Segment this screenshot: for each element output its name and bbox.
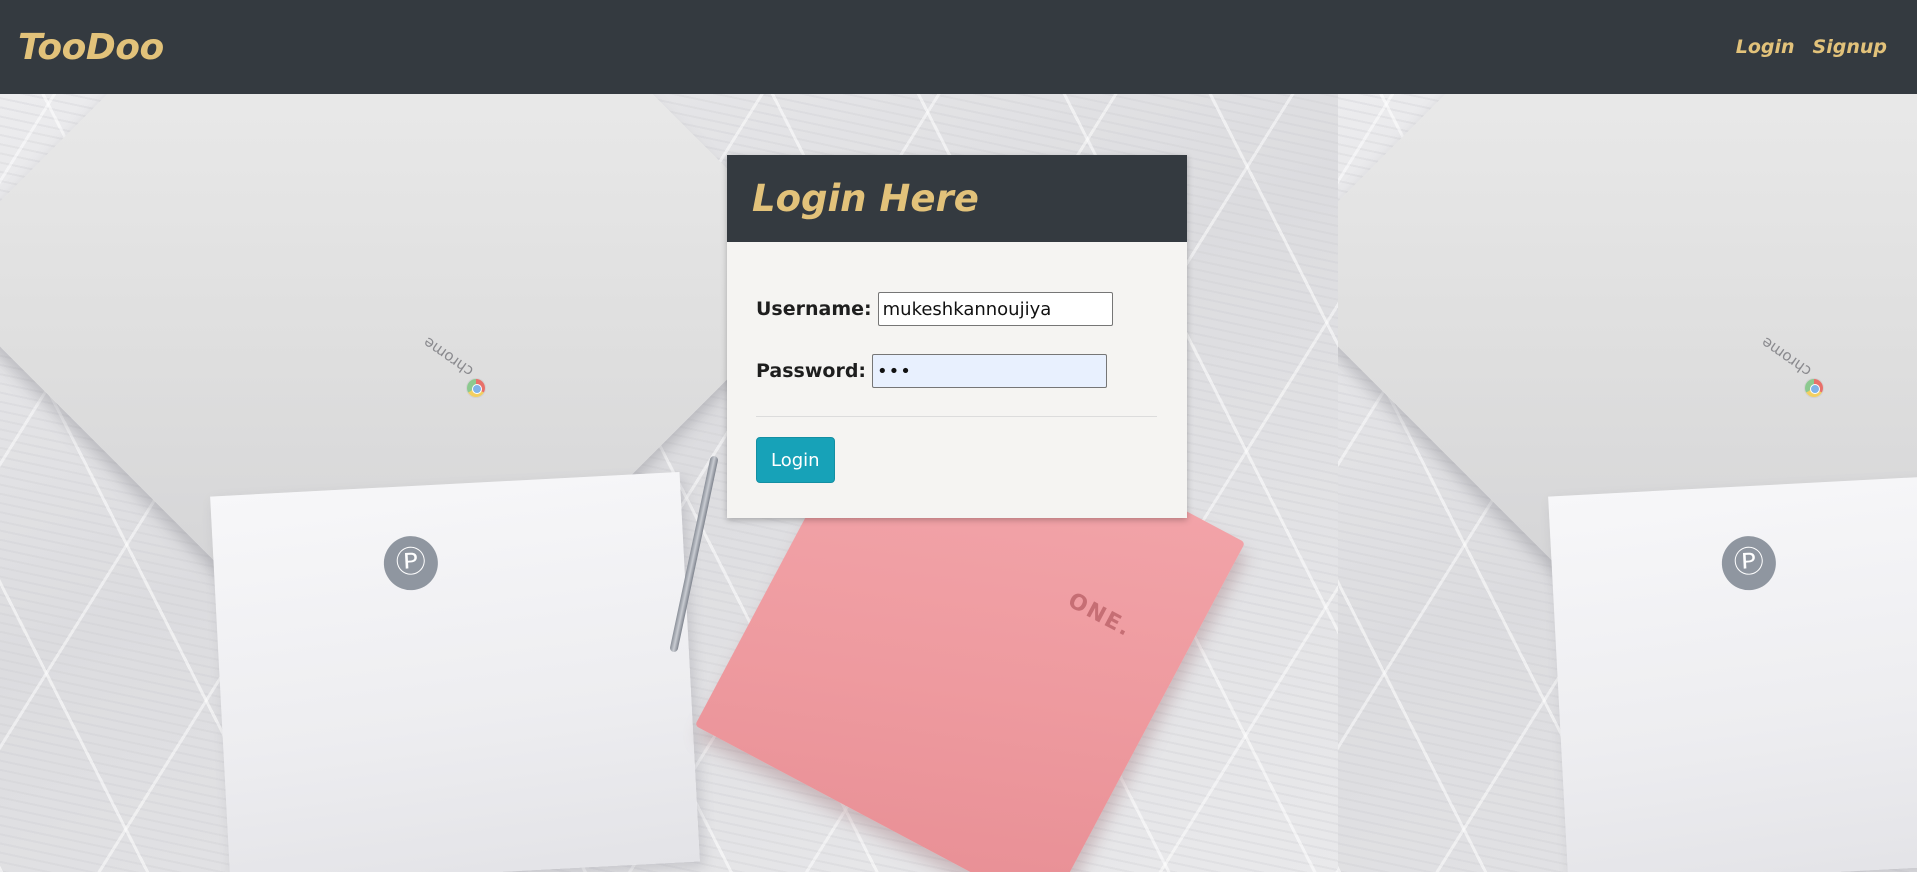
pouch-logo-icon: Ⓟ [1720, 534, 1778, 592]
pouch-logo-icon: Ⓟ [382, 534, 440, 592]
login-title: Login Here [752, 177, 979, 220]
password-row: Password: [756, 354, 1157, 388]
nav-links: Login Signup [1736, 36, 1887, 58]
username-label: Username: [756, 298, 872, 320]
pouch-image: Ⓟ [210, 471, 700, 872]
background-tile: chrome Ⓟ [1338, 94, 1917, 872]
notebook-text: ONE. [1063, 588, 1136, 643]
password-label: Password: [756, 360, 867, 382]
form-divider [756, 416, 1157, 417]
login-button[interactable]: Login [756, 437, 835, 483]
chrome-logo-icon [467, 379, 485, 397]
chrome-logo-icon [1805, 379, 1823, 397]
pouch-image: Ⓟ [1548, 471, 1917, 872]
username-row: Username: [756, 292, 1157, 326]
nav-login-link[interactable]: Login [1736, 36, 1795, 58]
password-input[interactable] [872, 354, 1108, 388]
login-card-header: Login Here [727, 155, 1187, 242]
brand-logo[interactable]: TooDoo [18, 27, 164, 68]
login-form: Username: Password: Login [727, 242, 1187, 483]
nav-signup-link[interactable]: Signup [1813, 36, 1887, 58]
username-input[interactable] [877, 292, 1113, 326]
top-navbar: TooDoo Login Signup [0, 0, 1917, 94]
login-card: Login Here Username: Password: Login [727, 155, 1187, 518]
